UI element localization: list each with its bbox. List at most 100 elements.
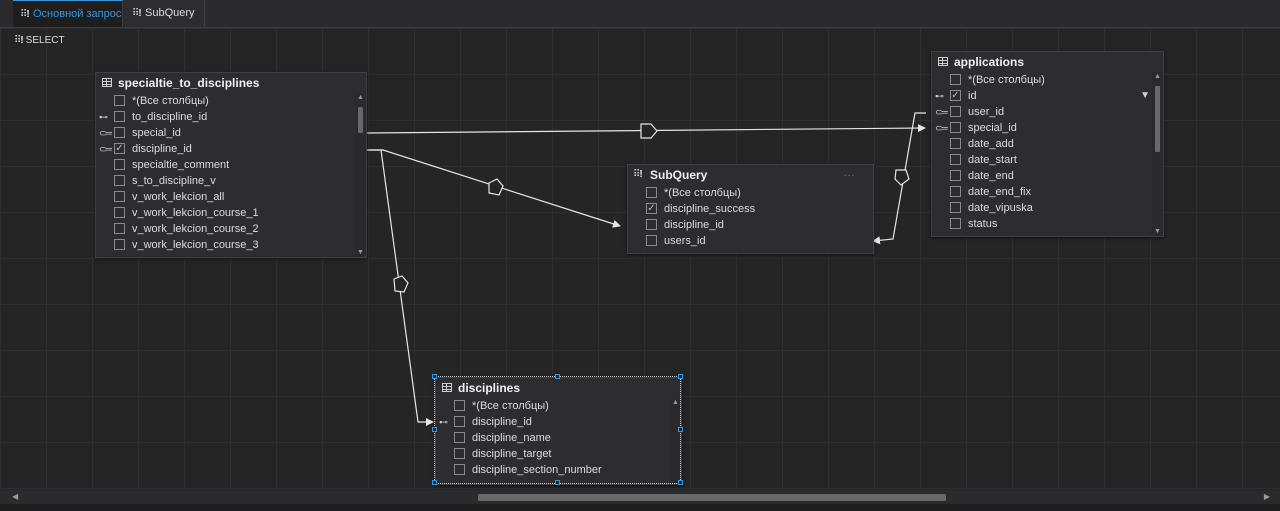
column-checkbox[interactable] bbox=[950, 138, 961, 149]
column-checkbox[interactable] bbox=[950, 202, 961, 213]
resize-handle[interactable] bbox=[432, 374, 437, 379]
column-row[interactable]: specialtie_comment bbox=[96, 157, 355, 173]
table-subquery[interactable]: ⠿! SubQuery … *(Все столбцы) ✓ discipline_… bbox=[627, 164, 874, 254]
column-name: discipline_id bbox=[664, 219, 724, 231]
scroll-down-icon[interactable]: ▼ bbox=[357, 249, 364, 256]
scrollbar-thumb[interactable] bbox=[478, 494, 946, 501]
filter-icon[interactable]: ▼ bbox=[1140, 88, 1150, 104]
column-checkbox[interactable]: ✓ bbox=[114, 143, 125, 154]
primary-key-icon: ⊷ bbox=[99, 112, 108, 122]
join-operator-icon bbox=[640, 123, 658, 139]
column-row[interactable]: date_start bbox=[932, 152, 1152, 168]
column-checkbox[interactable] bbox=[950, 154, 961, 165]
column-checkbox[interactable]: ✓ bbox=[646, 203, 657, 214]
scroll-up-icon[interactable]: ▲ bbox=[357, 94, 364, 101]
column-row[interactable]: date_vipuska bbox=[932, 200, 1152, 216]
column-checkbox[interactable] bbox=[114, 111, 125, 122]
scroll-left-icon[interactable]: ◀ bbox=[12, 492, 18, 501]
column-checkbox[interactable] bbox=[114, 239, 125, 250]
horizontal-scrollbar[interactable]: ◀ ▶ bbox=[0, 490, 1280, 504]
column-row[interactable]: v_work_lekcion_course_1 bbox=[96, 205, 355, 221]
column-checkbox[interactable] bbox=[950, 170, 961, 181]
column-checkbox[interactable] bbox=[646, 219, 657, 230]
column-checkbox[interactable] bbox=[114, 159, 125, 170]
column-checkbox[interactable] bbox=[950, 106, 961, 117]
column-checkbox[interactable]: ✓ bbox=[950, 90, 961, 101]
table-icon bbox=[938, 57, 948, 66]
column-checkbox[interactable] bbox=[114, 191, 125, 202]
column-row[interactable]: ⊂═ special_id bbox=[96, 125, 355, 141]
column-row[interactable]: *(Все столбцы) bbox=[932, 72, 1152, 88]
column-row[interactable]: *(Все столбцы) bbox=[628, 185, 873, 201]
column-row[interactable]: v_work_lekcion_course_2 bbox=[96, 221, 355, 237]
foreign-key-icon: ⊂═ bbox=[99, 128, 112, 138]
table-title: specialtie_to_disciplines bbox=[118, 76, 260, 90]
primary-key-icon: ⊷ bbox=[935, 91, 944, 101]
query-designer-canvas[interactable]: ⠿! SELECT specialtie_to_disciplines *(Все… bbox=[0, 28, 1280, 490]
column-checkbox[interactable] bbox=[114, 175, 125, 186]
column-checkbox[interactable] bbox=[950, 186, 961, 197]
vertical-scrollbar[interactable]: ▲ ▼ bbox=[355, 93, 366, 257]
column-checkbox[interactable] bbox=[114, 207, 125, 218]
resize-handle[interactable] bbox=[678, 480, 683, 485]
column-name: date_end_fix bbox=[968, 186, 1031, 198]
column-row[interactable]: date_end_fix bbox=[932, 184, 1152, 200]
column-checkbox[interactable] bbox=[950, 122, 961, 133]
column-row[interactable]: ✓ discipline_success bbox=[628, 201, 873, 217]
selection-frame bbox=[434, 376, 681, 484]
column-row[interactable]: ⊂═ special_id bbox=[932, 120, 1152, 136]
column-checkbox[interactable] bbox=[114, 127, 125, 138]
table-icon bbox=[102, 78, 112, 87]
vertical-scrollbar[interactable]: ▲ ▼ bbox=[1152, 72, 1163, 236]
column-row[interactable]: v_work_lekcion_all bbox=[96, 189, 355, 205]
table-header[interactable]: applications bbox=[932, 52, 1163, 72]
table-header[interactable]: ⠿! SubQuery … bbox=[628, 165, 873, 185]
tab-main-query[interactable]: ⠿! Основной запрос bbox=[13, 0, 123, 27]
column-row[interactable]: ⊷ ✓ id ▼ bbox=[932, 88, 1152, 104]
column-name: v_work_lekcion_course_1 bbox=[132, 207, 259, 219]
status-bar bbox=[0, 504, 1280, 511]
resize-handle[interactable] bbox=[678, 374, 683, 379]
column-row[interactable]: ⊷ to_discipline_id bbox=[96, 109, 355, 125]
resize-handle[interactable] bbox=[555, 480, 560, 485]
column-row[interactable]: status bbox=[932, 216, 1152, 232]
column-checkbox[interactable] bbox=[950, 218, 961, 229]
resize-handle[interactable] bbox=[432, 480, 437, 485]
column-name: date_vipuska bbox=[968, 202, 1033, 214]
query-icon: ⠿! bbox=[20, 9, 30, 20]
column-row[interactable]: users_id bbox=[628, 233, 873, 249]
resize-handle[interactable] bbox=[555, 374, 560, 379]
scroll-down-icon[interactable]: ▼ bbox=[1154, 228, 1161, 235]
column-checkbox[interactable] bbox=[646, 235, 657, 246]
tab-subquery[interactable]: ⠿! SubQuery bbox=[125, 0, 205, 27]
resize-handle[interactable] bbox=[678, 427, 683, 432]
foreign-key-icon: ⊂═ bbox=[935, 107, 948, 117]
column-row[interactable]: discipline_id bbox=[628, 217, 873, 233]
column-name: users_id bbox=[664, 235, 706, 247]
column-row[interactable]: ⊂═ ✓ discipline_id bbox=[96, 141, 355, 157]
column-name: special_id bbox=[968, 122, 1017, 134]
column-list: *(Все столбцы) ⊷ ✓ id ▼ ⊂═ user_id ⊂═ special_id… bbox=[932, 72, 1152, 236]
join-operator-icon bbox=[894, 169, 910, 186]
column-checkbox[interactable] bbox=[114, 223, 125, 234]
table-applications[interactable]: applications *(Все столбцы) ⊷ ✓ id ▼ ⊂═ user_i… bbox=[931, 51, 1164, 237]
column-row[interactable]: *(Все столбцы) bbox=[96, 93, 355, 109]
column-checkbox[interactable] bbox=[646, 187, 657, 198]
column-name: status bbox=[968, 218, 998, 230]
foreign-key-icon: ⊂═ bbox=[935, 123, 948, 133]
column-checkbox[interactable] bbox=[114, 95, 125, 106]
scrollbar-thumb[interactable] bbox=[1155, 86, 1160, 152]
scrollbar-thumb[interactable] bbox=[358, 107, 363, 133]
column-row[interactable]: date_add bbox=[932, 136, 1152, 152]
more-icon[interactable]: … bbox=[843, 162, 855, 182]
column-row[interactable]: s_to_discipline_v bbox=[96, 173, 355, 189]
resize-handle[interactable] bbox=[432, 427, 437, 432]
column-row[interactable]: v_work_lekcion_course_3 bbox=[96, 237, 355, 253]
column-row[interactable]: date_end bbox=[932, 168, 1152, 184]
scroll-up-icon[interactable]: ▲ bbox=[1154, 73, 1161, 80]
table-header[interactable]: specialtie_to_disciplines bbox=[96, 73, 366, 93]
column-checkbox[interactable] bbox=[950, 74, 961, 85]
scroll-right-icon[interactable]: ▶ bbox=[1264, 492, 1270, 501]
column-row[interactable]: ⊂═ user_id bbox=[932, 104, 1152, 120]
table-specialtie-to-disciplines[interactable]: specialtie_to_disciplines *(Все столбцы)… bbox=[95, 72, 367, 258]
